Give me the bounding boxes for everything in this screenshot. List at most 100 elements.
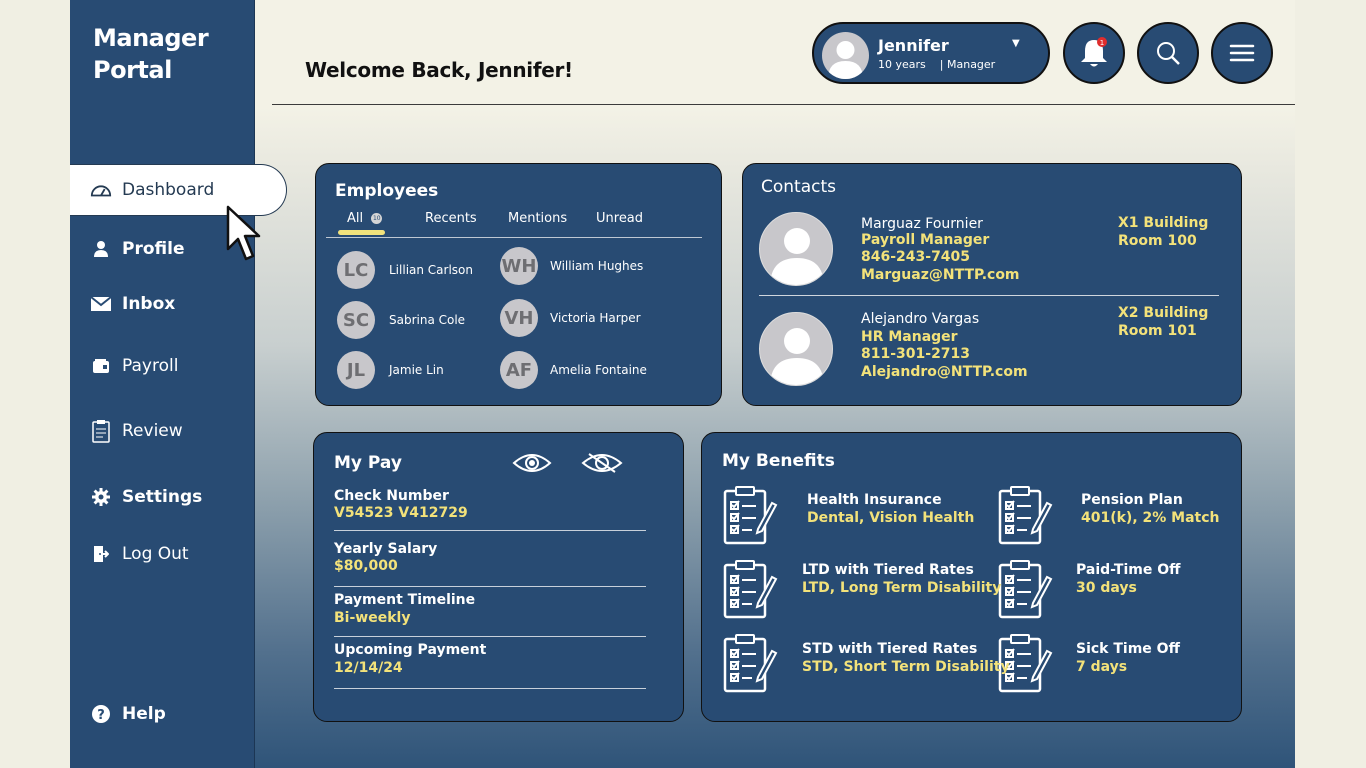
svg-text:1: 1 [1100,39,1104,47]
sidebar-item-settings[interactable]: Settings [70,471,202,523]
tab-recents[interactable]: Recents [425,211,477,226]
clipboard-icon [90,420,112,443]
user-menu[interactable]: Jennifer 10 years | Manager ▼ [812,22,1050,84]
benefit-detail: Dental, Vision Health [807,510,975,526]
page-title: Welcome Back, Jennifer! [305,58,573,82]
contact-email[interactable]: Marguaz@NTTP.com [861,267,1020,283]
sidebar-item-label: Dashboard [122,180,215,200]
sidebar-item-profile[interactable]: Profile [70,223,184,275]
tab-divider [326,237,702,238]
avatar: LC [337,251,375,289]
hamburger-icon [1229,44,1255,62]
mail-icon [90,293,112,315]
card-title: My Pay [334,453,402,473]
benefit-detail: LTD, Long Term Disability [802,580,1002,596]
gear-icon [90,486,112,508]
benefit-title: STD with Tiered Rates [802,641,978,657]
employee-item[interactable]: JL Jamie Lin [337,351,444,389]
avatar [759,212,833,286]
tab-badge: 10 [371,213,383,224]
pay-label: Yearly Salary [334,541,438,557]
user-icon [90,238,112,260]
tab-mentions[interactable]: Mentions [508,211,567,226]
gauge-icon [90,179,112,201]
contact-phone[interactable]: 846-243-7405 [861,249,970,265]
salary-value: $80,000 [334,558,398,574]
sidebar-item-label: Log Out [122,544,189,564]
sidebar-item-label: Inbox [122,294,176,314]
contact-room: Room 100 [1118,233,1197,249]
benefit-title: Pension Plan [1081,492,1183,508]
contact-name: Alejandro Vargas [861,311,980,327]
my-pay-card: My Pay Check Number V54523 V412729 Yearl… [313,432,684,722]
contact-email[interactable]: Alejandro@NTTP.com [861,364,1028,380]
timeline-value: Bi-weekly [334,610,411,626]
benefit-detail: STD, Short Term Disability [802,659,1010,675]
logout-icon [90,543,112,565]
pay-label: Check Number [334,488,449,504]
benefit-title: Health Insurance [807,492,942,508]
tab-all[interactable]: All 10 [347,211,383,226]
mouse-pointer-icon [226,205,261,261]
employee-name: Sabrina Cole [389,313,466,327]
sidebar-item-label: Review [122,421,183,441]
benefit-title: Sick Time Off [1076,641,1180,657]
employee-name: Jamie Lin [389,363,444,377]
avatar: JL [337,351,375,389]
sidebar-item-review[interactable]: Review [70,405,183,457]
pay-divider [334,530,646,531]
contact-role: Payroll Manager [861,232,990,248]
sidebar-item-inbox[interactable]: Inbox [70,278,175,330]
sidebar-item-help[interactable]: ? Help [70,688,166,740]
contact-building: X2 Building [1118,305,1209,321]
eye-icon[interactable] [512,451,552,475]
header-divider [272,104,1295,105]
search-icon [1157,42,1180,65]
notifications-button[interactable]: 1 [1063,22,1125,84]
avatar: WH [500,247,538,285]
employee-item[interactable]: WH William Hughes [500,247,643,285]
eye-off-icon[interactable] [581,451,623,475]
avatar: VH [500,299,538,337]
benefit-title: Paid-Time Off [1076,562,1181,578]
employee-name: Amelia Fontaine [550,363,647,377]
employee-item[interactable]: AF Amelia Fontaine [500,351,647,389]
sidebar-item-label: Help [122,704,166,724]
active-tab-indicator [338,230,385,235]
upcoming-payment-value: 12/14/24 [334,660,403,676]
card-title: Employees [335,181,439,201]
tab-unread[interactable]: Unread [596,211,643,226]
benefit-detail: 7 days [1076,659,1128,675]
contact-name: Marguaz Fournier [861,216,983,232]
contact-phone[interactable]: 811-301-2713 [861,346,970,362]
clipboard-checklist-icon [722,485,778,547]
svg-text:?: ? [97,708,105,723]
check-number-value: V54523 V412729 [334,505,468,521]
user-meta: 10 years | Manager [878,58,996,71]
contact-building: X1 Building [1118,215,1209,231]
pay-divider [334,636,646,637]
avatar: AF [500,351,538,389]
sidebar-item-logout[interactable]: Log Out [70,528,189,580]
contacts-card: Contacts Marguaz Fournier Payroll Manage… [742,163,1242,406]
user-name: Jennifer [878,36,949,55]
benefit-detail: 401(k), 2% Match [1081,510,1220,526]
pay-label: Upcoming Payment [334,642,487,658]
clipboard-checklist-icon [997,559,1053,621]
employee-name: Victoria Harper [550,311,641,325]
search-button[interactable] [1137,22,1199,84]
contact-role: HR Manager [861,329,958,345]
chevron-down-icon[interactable]: ▼ [1012,38,1020,49]
sidebar-item-payroll[interactable]: Payroll [70,340,178,392]
clipboard-checklist-icon [722,559,778,621]
menu-button[interactable] [1211,22,1273,84]
employee-item[interactable]: VH Victoria Harper [500,299,641,337]
avatar [759,312,833,386]
contact-room: Room 101 [1118,323,1197,339]
pay-label: Payment Timeline [334,592,476,608]
app-logo: Manager Portal [93,24,209,84]
benefit-detail: 30 days [1076,580,1137,596]
employee-item[interactable]: LC Lillian Carlson [337,251,473,289]
my-benefits-card: My Benefits Health Insurance Dental, Vis… [701,432,1242,722]
employee-item[interactable]: SC Sabrina Cole [337,301,465,339]
